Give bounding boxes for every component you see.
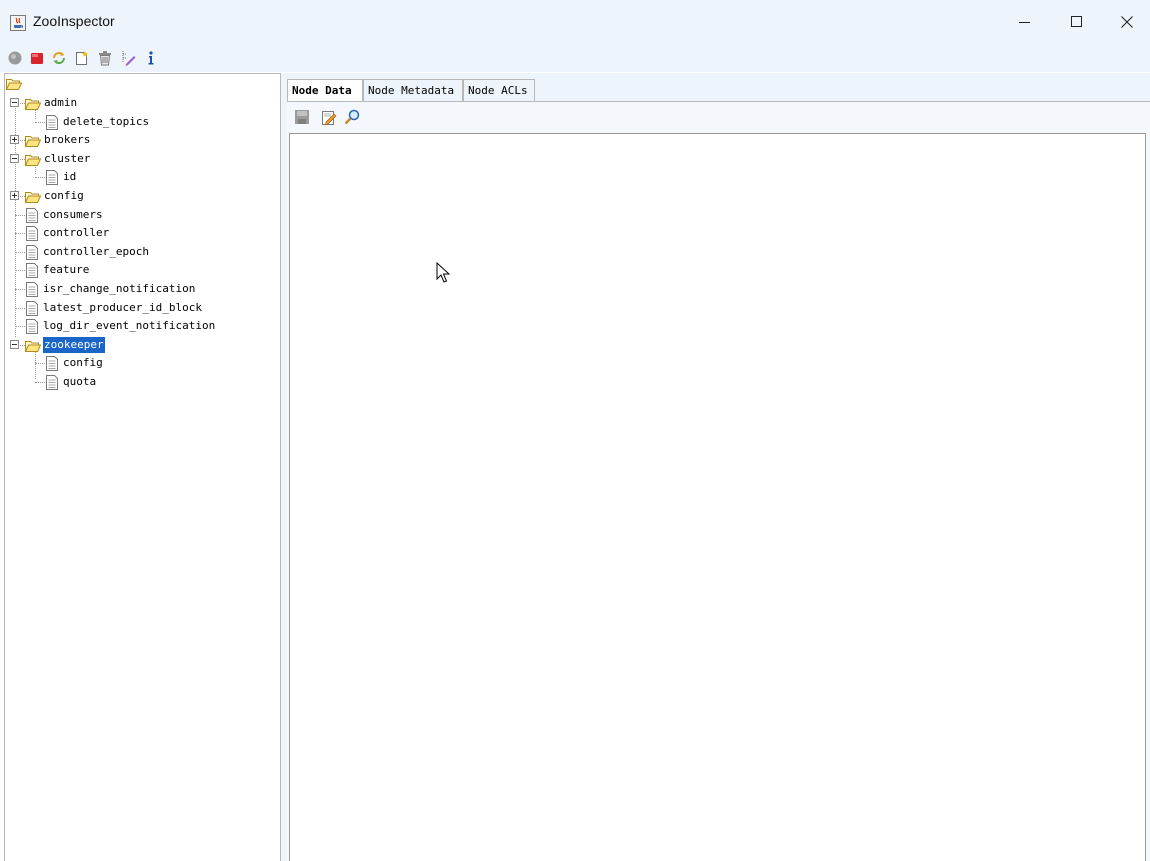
mouse-cursor-icon bbox=[436, 262, 450, 283]
tree-node-id[interactable]: id bbox=[5, 168, 275, 186]
minimize-button[interactable] bbox=[1002, 0, 1048, 44]
delete-node-button[interactable] bbox=[97, 50, 113, 66]
tree-node-label: latest_producer_id_block bbox=[43, 300, 202, 314]
window-title: ZooInspector bbox=[33, 13, 115, 29]
tree-guide-line bbox=[15, 233, 25, 235]
tree-node-log-dir-event-notification[interactable]: log_dir_event_notification bbox=[5, 317, 275, 335]
add-node-button[interactable] bbox=[74, 50, 90, 66]
tree-guide-line bbox=[15, 307, 25, 309]
node-viewer-panel: Node Data Node Metadata Node ACLs bbox=[287, 73, 1150, 861]
refresh-icon bbox=[53, 52, 65, 64]
collapse-toggle-icon[interactable] bbox=[10, 153, 19, 163]
tree-guide-line bbox=[15, 214, 25, 216]
refresh-button[interactable] bbox=[51, 50, 67, 66]
collapse-toggle-icon[interactable] bbox=[10, 339, 19, 349]
tree-node-zookeeper[interactable]: zookeeper bbox=[5, 336, 275, 354]
tree-node-label: admin bbox=[44, 96, 78, 109]
disconnect-button[interactable] bbox=[29, 50, 45, 66]
tab-node-acls[interactable]: Node ACLs bbox=[463, 79, 535, 101]
edit-button[interactable] bbox=[321, 109, 337, 125]
tree-node-cluster[interactable]: cluster bbox=[5, 150, 275, 168]
tree-guide-line bbox=[15, 326, 25, 328]
tree-node-controller-epoch[interactable]: controller_epoch bbox=[5, 243, 275, 261]
node-data-toolbar bbox=[287, 102, 1150, 132]
tree-node-label: config bbox=[44, 189, 84, 202]
collapse-toggle-icon[interactable] bbox=[10, 98, 19, 107]
tree-node-controller[interactable]: controller bbox=[5, 224, 275, 242]
tab-node-metadata[interactable]: Node Metadata bbox=[363, 79, 463, 101]
tree-node-label: brokers bbox=[44, 133, 91, 147]
tree-node-config[interactable]: config bbox=[5, 354, 275, 372]
add-node-icon bbox=[76, 51, 88, 65]
tree-guide-line bbox=[15, 289, 25, 290]
tree-node-config[interactable]: config bbox=[5, 187, 275, 205]
viewer-tabs: Node Data Node Metadata Node ACLs bbox=[287, 79, 1150, 102]
tree-node-feature[interactable]: feature bbox=[5, 261, 275, 279]
java-app-icon bbox=[10, 15, 26, 31]
file-icon bbox=[45, 375, 59, 394]
tree-node-label: id bbox=[63, 170, 77, 184]
search-button[interactable] bbox=[344, 109, 360, 125]
about-icon bbox=[148, 51, 154, 65]
tree-node-quota[interactable]: quota bbox=[5, 373, 275, 391]
tree-guide-line bbox=[15, 270, 25, 272]
tree-node-label: feature bbox=[43, 263, 90, 277]
tree-guide-line bbox=[35, 363, 45, 365]
save-icon bbox=[295, 110, 309, 124]
tree-guide-line bbox=[35, 177, 45, 179]
edit-node-viewers-button[interactable] bbox=[120, 50, 136, 66]
tree-node-label: quota bbox=[63, 375, 97, 388]
tree-node-label: zookeeper bbox=[43, 336, 105, 353]
tab-label: Node ACLs bbox=[468, 84, 528, 97]
tree-node-latest-producer-id-block[interactable]: latest_producer_id_block bbox=[5, 299, 275, 317]
main-toolbar bbox=[0, 44, 1150, 72]
minimize-icon bbox=[1019, 22, 1030, 23]
tree-guide-line bbox=[35, 121, 45, 123]
tree-node-label: config bbox=[63, 356, 103, 370]
tab-label: Node Metadata bbox=[368, 84, 455, 97]
title-bar: ZooInspector bbox=[0, 0, 1150, 44]
tree-node-isr-change-notification[interactable]: isr_change_notification bbox=[5, 280, 275, 298]
tree-node-admin[interactable]: admin bbox=[5, 94, 275, 112]
tree-node-label: consumers bbox=[43, 207, 103, 221]
tree-node-label: controller bbox=[43, 226, 110, 240]
tree-guide-line bbox=[35, 382, 45, 383]
disconnect-icon bbox=[31, 53, 43, 64]
close-button[interactable] bbox=[1104, 0, 1150, 44]
tab-node-data[interactable]: Node Data bbox=[287, 79, 363, 102]
delete-node-icon bbox=[99, 51, 111, 66]
tree-node-consumers[interactable]: consumers bbox=[5, 206, 275, 224]
tree-node-label: delete_topics bbox=[63, 114, 150, 128]
expand-toggle-icon[interactable] bbox=[10, 191, 19, 200]
folder-open-icon bbox=[6, 79, 22, 90]
expand-toggle-icon[interactable] bbox=[10, 135, 19, 145]
save-button[interactable] bbox=[294, 109, 310, 125]
tree-node-label: cluster bbox=[44, 151, 91, 165]
tab-label: Node Data bbox=[292, 84, 352, 97]
about-button[interactable] bbox=[143, 50, 159, 66]
connect-icon bbox=[8, 51, 22, 65]
tree-node-label: log_dir_event_notification bbox=[43, 319, 216, 333]
tree-node-delete-topics[interactable]: delete_topics bbox=[5, 113, 275, 131]
edit-icon bbox=[322, 111, 337, 125]
search-icon bbox=[344, 109, 360, 125]
node-data-tab-content bbox=[287, 101, 1150, 861]
tree-node-brokers[interactable]: brokers bbox=[5, 131, 275, 149]
maximize-button[interactable] bbox=[1054, 0, 1100, 44]
close-icon bbox=[1121, 16, 1133, 28]
maximize-icon bbox=[1071, 16, 1082, 27]
tree-node-label: isr_change_notification bbox=[43, 282, 196, 295]
edit-node-viewers-icon bbox=[122, 51, 136, 66]
zookeeper-tree[interactable]: admin delete_topicsbrokers cluster id config… bbox=[4, 73, 281, 861]
tree-node-label: controller_epoch bbox=[43, 244, 149, 258]
tree-root[interactable] bbox=[5, 76, 25, 94]
tree-guide-line bbox=[15, 251, 25, 253]
connect-button[interactable] bbox=[7, 50, 23, 66]
node-data-editor[interactable] bbox=[289, 133, 1146, 861]
